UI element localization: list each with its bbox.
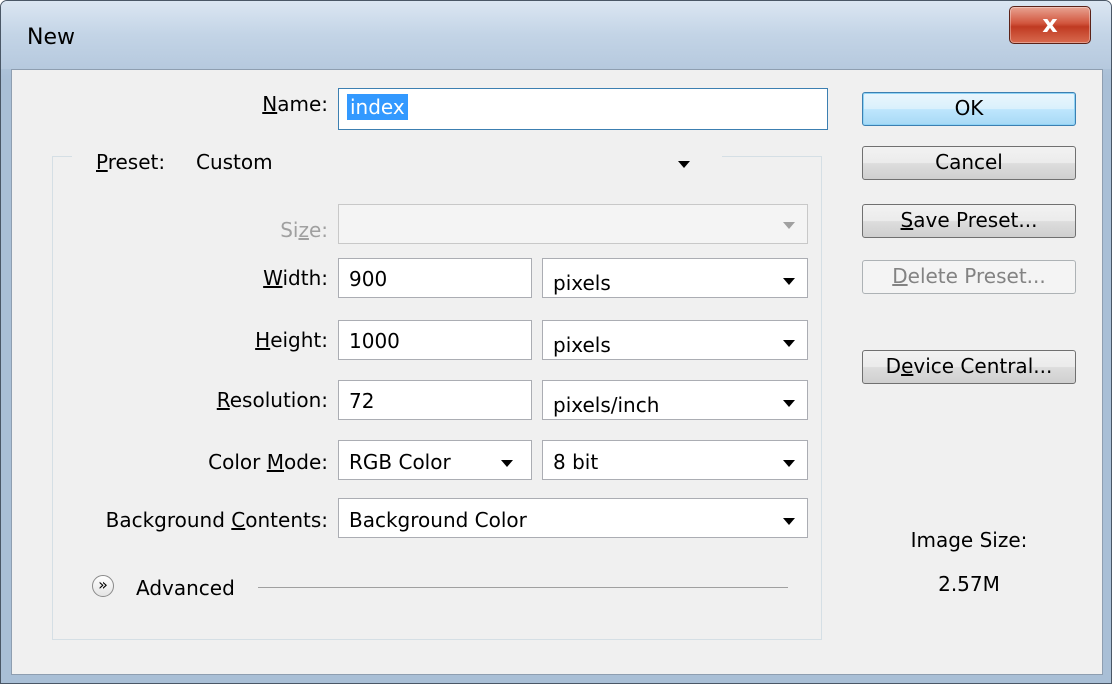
background-contents-dropdown[interactable]: Background Color [338, 498, 808, 538]
chevron-down-icon [783, 460, 795, 467]
resolution-value: 72 [349, 389, 375, 413]
preset-label: Preset: [96, 150, 166, 174]
size-label: Size: [280, 218, 328, 242]
chevron-down-icon [783, 340, 795, 347]
width-input[interactable]: 900 [338, 258, 532, 298]
width-unit-dropdown[interactable]: pixels [542, 258, 808, 298]
image-size-value: 2.57M [938, 572, 1000, 596]
chevron-down-icon [783, 222, 795, 229]
chevron-down-icon [501, 460, 513, 467]
preset-value: Custom [196, 150, 273, 174]
color-mode-dropdown[interactable]: RGB Color [338, 440, 532, 480]
height-input[interactable]: 1000 [338, 320, 532, 360]
height-value: 1000 [349, 329, 400, 353]
height-unit-value: pixels [553, 333, 611, 357]
save-preset-button[interactable]: Save Preset... [862, 204, 1076, 238]
name-input-value: index [347, 94, 408, 120]
chevron-down-icon [678, 161, 690, 168]
dialog-body: Name: index Preset: Custom Size: Width: … [11, 69, 1103, 675]
height-label: Height: [255, 328, 328, 352]
cancel-button[interactable]: Cancel [862, 146, 1076, 180]
color-mode-value: RGB Color [349, 450, 451, 474]
name-label: Name: [262, 92, 328, 116]
chevron-down-icon [783, 400, 795, 407]
name-input[interactable]: index [338, 88, 828, 130]
advanced-label[interactable]: Advanced [136, 576, 235, 600]
ok-button[interactable]: OK [862, 92, 1076, 126]
device-central-button[interactable]: Device Central... [862, 350, 1076, 384]
chevron-down-icon [783, 278, 795, 285]
background-contents-label: Background Contents: [105, 508, 328, 532]
width-unit-value: pixels [553, 271, 611, 295]
resolution-unit-dropdown[interactable]: pixels/inch [542, 380, 808, 420]
image-size-label: Image Size: [910, 528, 1028, 552]
resolution-input[interactable]: 72 [338, 380, 532, 420]
close-button[interactable]: x [1009, 6, 1091, 44]
delete-preset-button[interactable]: Delete Preset... [862, 260, 1076, 294]
bit-depth-dropdown[interactable]: 8 bit [542, 440, 808, 480]
width-label: Width: [263, 266, 328, 290]
dialog-window: New x Name: index Preset: Custom Size: W… [0, 0, 1112, 684]
size-dropdown[interactable] [338, 204, 808, 244]
close-icon: x [1042, 10, 1058, 38]
resolution-unit-value: pixels/inch [553, 393, 660, 417]
dialog-title: New [27, 25, 75, 50]
chevron-down-icon [783, 518, 795, 525]
preset-dropdown[interactable]: Custom [190, 142, 702, 182]
bit-depth-value: 8 bit [553, 450, 599, 474]
expand-chevron-icon[interactable]: » [92, 575, 114, 597]
height-unit-dropdown[interactable]: pixels [542, 320, 808, 360]
color-mode-label: Color Mode: [208, 450, 328, 474]
resolution-label: Resolution: [216, 388, 328, 412]
advanced-divider [258, 587, 788, 588]
width-value: 900 [349, 267, 388, 291]
background-contents-value: Background Color [349, 508, 527, 532]
title-bar[interactable]: New x [1, 1, 1111, 69]
